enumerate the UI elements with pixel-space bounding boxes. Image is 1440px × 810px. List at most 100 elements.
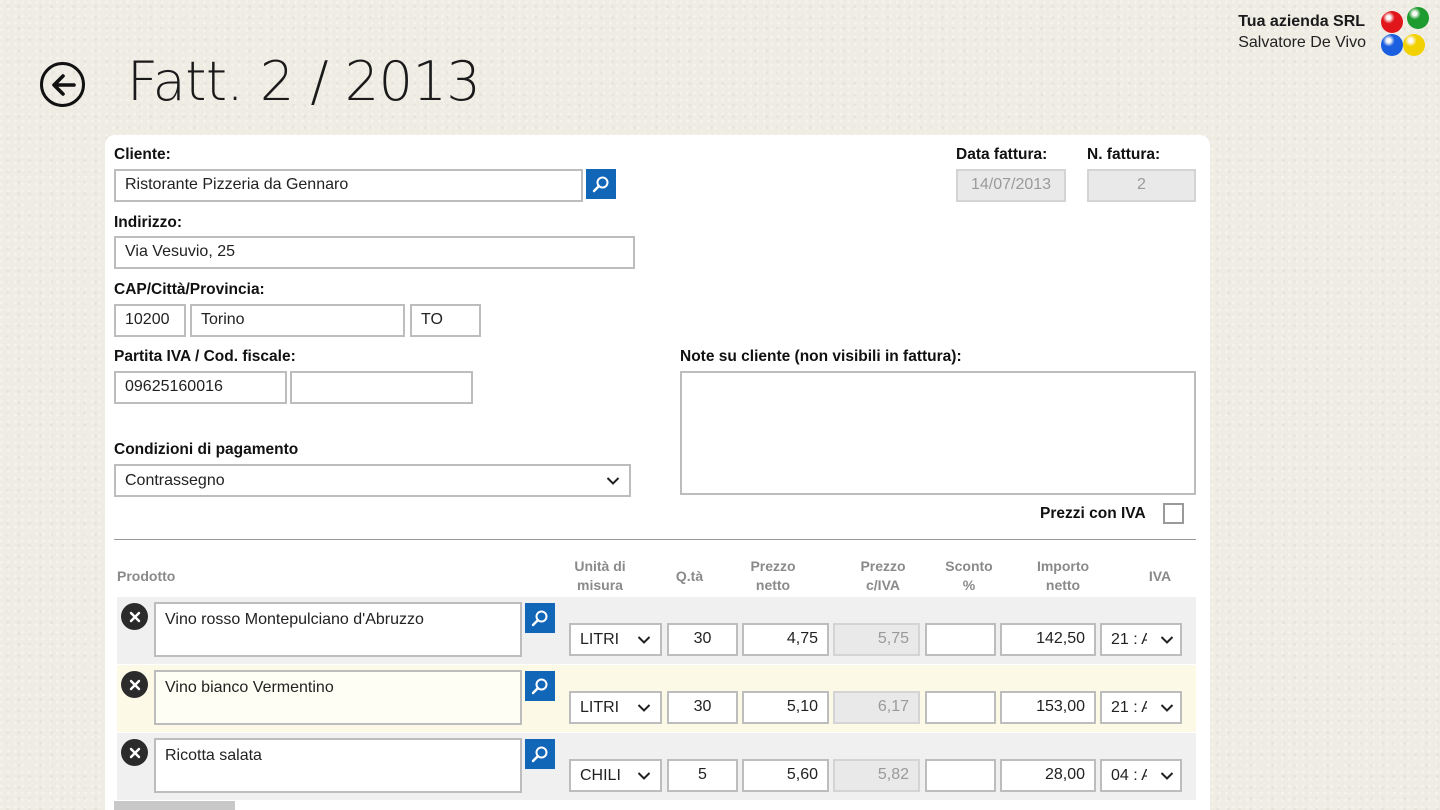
data-fattura-label: Data fattura: [956,146,1048,163]
search-icon [592,176,609,193]
prezzo-netto-input[interactable]: 4,75 [742,623,829,656]
indirizzo-label: Indirizzo: [114,214,183,231]
prodotto-input[interactable]: Ricotta salata [154,738,522,793]
numero-fattura-label: N. fattura: [1087,146,1161,163]
app-logo-icon [1379,6,1429,58]
chevron-down-icon [1160,771,1174,780]
search-icon [531,678,548,695]
iva-select[interactable]: 04 : A [1100,759,1182,792]
col-header-unita-line1: Unità di [574,558,626,574]
col-header-importo: Importo netto [1027,557,1099,595]
provincia-input[interactable]: TO [410,304,481,337]
cliente-input[interactable]: Ristorante Pizzeria da Gennaro [114,169,583,202]
pagamento-label: Condizioni di pagamento [114,441,299,458]
chevron-down-icon [1160,703,1174,712]
col-header-sconto: Sconto % [937,557,1001,595]
page-title: Fatt. 2 / 2013 [127,50,481,113]
prodotto-search-button[interactable] [525,603,555,633]
chevron-down-icon [637,635,651,644]
sconto-input[interactable] [925,623,996,656]
close-icon [129,747,140,758]
chevron-down-icon [637,703,651,712]
prezzo-netto-input[interactable]: 5,60 [742,759,829,792]
unita-value: CHILI [580,766,621,784]
col-header-prezzo-iva: Prezzo c/IVA [851,557,915,595]
cliente-search-button[interactable] [586,169,616,199]
company-name: Tua azienda SRL [1238,13,1366,30]
qta-input[interactable]: 30 [667,623,738,656]
unita-value: LITRI [580,698,620,716]
close-icon [129,611,140,622]
importo-field[interactable]: 153,00 [1000,691,1096,724]
chevron-down-icon [606,476,620,485]
sconto-input[interactable] [925,759,996,792]
indirizzo-input[interactable]: Via Vesuvio, 25 [114,236,635,269]
col-header-prezzo-iva-line1: Prezzo [860,558,906,574]
close-icon [129,679,140,690]
table-row: Ricotta salata CHILI 5 5,60 5,82 28,00 0… [117,733,1196,800]
user-name: Salvatore De Vivo [1238,34,1366,51]
pagamento-value: Contrassegno [125,471,225,489]
prezzo-iva-field: 6,17 [833,691,920,724]
horizontal-scrollbar[interactable] [114,801,235,810]
col-header-unita: Unità di misura [565,557,635,595]
prodotto-search-button[interactable] [525,671,555,701]
invoice-panel: Cliente: Ristorante Pizzeria da Gennaro … [105,135,1210,810]
search-icon [531,746,548,763]
iva-value: 04 : A [1111,766,1147,784]
iva-select[interactable]: 21 : A [1100,691,1182,724]
numero-fattura-field: 2 [1087,169,1196,202]
col-header-prezzo-netto-line2: netto [755,577,791,593]
note-textarea[interactable] [680,371,1196,495]
prezzo-netto-input[interactable]: 5,10 [742,691,829,724]
unita-select[interactable]: LITRI [569,691,662,724]
col-header-iva: IVA [1148,568,1172,584]
unita-select[interactable]: LITRI [569,623,662,656]
qta-input[interactable]: 5 [667,759,738,792]
col-header-qta: Q.tà [675,568,704,584]
table-row: Vino rosso Montepulciano d'Abruzzo LITRI… [117,597,1196,664]
citta-input[interactable]: Torino [190,304,405,337]
delete-row-button[interactable] [121,671,148,698]
col-header-unita-line2: misura [577,577,623,593]
col-header-prezzo-iva-line2: c/IVA [866,577,900,593]
delete-row-button[interactable] [121,739,148,766]
prezzo-iva-field: 5,82 [833,759,920,792]
search-icon [531,610,548,627]
iva-value: 21 : A [1111,630,1147,648]
col-header-sconto-line1: Sconto [945,558,993,574]
piva-input[interactable]: 09625160016 [114,371,287,404]
chevron-down-icon [637,771,651,780]
sconto-input[interactable] [925,691,996,724]
col-header-importo-line2: netto [1045,577,1081,593]
prodotto-input[interactable]: Vino rosso Montepulciano d'Abruzzo [154,602,522,657]
cliente-label: Cliente: [114,146,171,163]
importo-field[interactable]: 142,50 [1000,623,1096,656]
delete-row-button[interactable] [121,603,148,630]
iva-value: 21 : A [1111,698,1147,716]
cap-citta-provincia-label: CAP/Città/Provincia: [114,281,265,298]
unita-select[interactable]: CHILI [569,759,662,792]
prodotto-input[interactable]: Vino bianco Vermentino [154,670,522,725]
iva-select[interactable]: 21 : A [1100,623,1182,656]
prezzi-iva-label: Prezzi con IVA [1040,505,1146,522]
piva-label: Partita IVA / Cod. fiscale: [114,348,296,365]
back-arrow-icon [51,73,76,96]
codice-fiscale-input[interactable] [290,371,473,404]
unita-value: LITRI [580,630,620,648]
account-info[interactable]: Tua azienda SRL Salvatore De Vivo [1238,12,1366,54]
col-header-sconto-line2: % [962,577,976,593]
note-label: Note su cliente (non visibili in fattura… [680,348,962,365]
col-header-prodotto: Prodotto [117,568,176,584]
qta-input[interactable]: 30 [667,691,738,724]
prodotto-search-button[interactable] [525,739,555,769]
cap-input[interactable]: 10200 [114,304,186,337]
prezzo-iva-field: 5,75 [833,623,920,656]
pagamento-select[interactable]: Contrassegno [114,464,631,497]
back-button[interactable] [40,62,85,107]
prezzi-iva-checkbox[interactable] [1163,503,1184,524]
importo-field[interactable]: 28,00 [1000,759,1096,792]
section-divider [114,539,1196,540]
chevron-down-icon [1160,635,1174,644]
col-header-prezzo-netto: Prezzo netto [741,557,805,595]
